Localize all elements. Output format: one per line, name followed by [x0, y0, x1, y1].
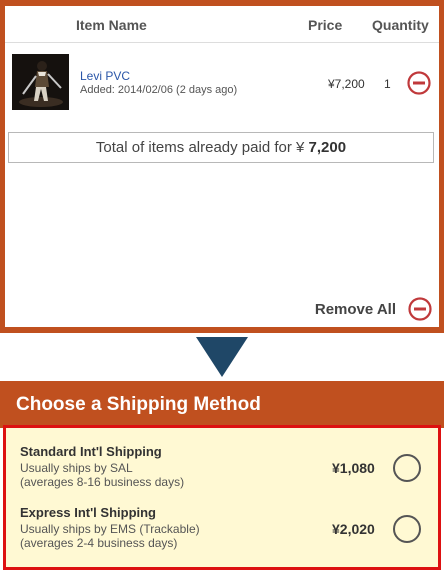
option-duration: (averages 2-4 business days)	[20, 536, 178, 550]
option-description: Usually ships by SAL	[20, 461, 133, 475]
shipping-header: Choose a Shipping Method	[0, 381, 444, 428]
radio-standard[interactable]	[393, 454, 421, 482]
remove-all-label: Remove All	[314, 301, 396, 318]
down-arrow-icon	[196, 337, 248, 377]
cart-table-header: Item Name Price Quantity	[5, 6, 439, 43]
item-name-link[interactable]: Levi PVC	[80, 69, 130, 83]
figure-image-icon	[12, 54, 69, 110]
item-added-date: Added: 2014/02/06 (2 days ago)	[80, 84, 238, 96]
cart-content: Item Name Price Quantity Levi PVC Added:…	[5, 6, 439, 327]
shipping-option-express[interactable]: Express Int'l Shipping Usually ships by …	[6, 505, 438, 565]
option-description: Usually ships by EMS (Trackable)	[20, 522, 200, 536]
radio-express[interactable]	[393, 515, 421, 543]
item-thumbnail[interactable]	[12, 54, 69, 110]
total-paid-label: Total of items already paid for ¥	[95, 139, 305, 156]
shipping-options-box: Standard Int'l Shipping Usually ships by…	[3, 425, 441, 570]
cart-panel: Item Name Price Quantity Levi PVC Added:…	[0, 0, 444, 333]
shipping-option-standard[interactable]: Standard Int'l Shipping Usually ships by…	[6, 444, 438, 504]
total-paid-amount: 7,200	[308, 139, 347, 156]
option-price: ¥2,020	[332, 521, 375, 537]
header-quantity: Quantity	[372, 17, 429, 33]
shipping-title: Choose a Shipping Method	[16, 394, 261, 415]
option-title: Express Int'l Shipping	[20, 505, 156, 520]
remove-item-button[interactable]	[407, 71, 431, 95]
minus-circle-icon	[408, 297, 432, 321]
minus-circle-icon	[407, 71, 431, 95]
header-item-name: Item Name	[76, 17, 147, 33]
total-paid-box: Total of items already paid for ¥ 7,200	[8, 132, 434, 163]
remove-all-button[interactable]: Remove All	[292, 297, 432, 321]
option-price: ¥1,080	[332, 460, 375, 476]
item-price: ¥7,200	[328, 77, 365, 91]
item-quantity: 1	[384, 77, 391, 91]
option-duration: (averages 8-16 business days)	[20, 475, 185, 489]
header-price: Price	[308, 17, 343, 33]
option-title: Standard Int'l Shipping	[20, 444, 162, 459]
